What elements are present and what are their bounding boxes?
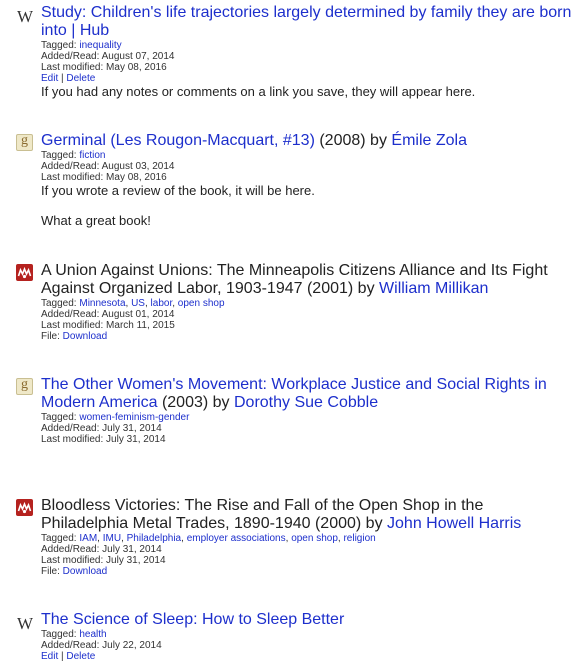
tags-row: Tagged: Minnesota, US, labor, open shop: [41, 298, 225, 309]
modified-date: July 31, 2014: [106, 434, 166, 445]
tag-link[interactable]: religion: [343, 533, 375, 544]
tags-row: Tagged: health: [41, 629, 107, 640]
added-row: Added/Read: August 07, 2014: [41, 51, 175, 62]
tag-link[interactable]: US: [131, 298, 145, 309]
tags-row: Tagged: women-feminism-gender: [41, 412, 190, 423]
mendeley-icon: [16, 499, 33, 516]
modified-row: Last modified: March 11, 2015: [41, 320, 175, 331]
tag-link[interactable]: women-feminism-gender: [79, 412, 189, 423]
author-link[interactable]: John Howell Harris: [387, 515, 521, 532]
edit-delete-row: Edit | Delete: [41, 73, 96, 84]
author-link[interactable]: Émile Zola: [391, 132, 467, 149]
file-row: File: Download: [41, 331, 108, 342]
entry-note: If you had any notes or comments on a li…: [41, 84, 476, 99]
author-link[interactable]: Dorothy Sue Cobble: [234, 394, 378, 411]
added-date: August 07, 2014: [101, 51, 175, 62]
tag-link[interactable]: IMU: [103, 533, 121, 544]
tags-row: Tagged: inequality: [41, 40, 122, 51]
entry-title-link[interactable]: The Science of Sleep: How to Sleep Bette…: [41, 611, 344, 628]
tag-link[interactable]: health: [79, 629, 106, 640]
modified-row: Last modified: May 08, 2016: [41, 62, 167, 73]
added-date: July 31, 2014: [102, 544, 162, 555]
modified-row: Last modified: July 31, 2014: [41, 555, 166, 566]
file-row: File: Download: [41, 566, 108, 577]
entry-note: If you wrote a review of the book, it wi…: [41, 183, 315, 198]
tag-link[interactable]: Philadelphia: [127, 533, 182, 544]
tags-row: Tagged: IAM, IMU, Philadelphia, employer…: [41, 533, 376, 544]
download-link[interactable]: Download: [63, 566, 107, 577]
author-link[interactable]: William Millikan: [379, 280, 488, 297]
goodreads-g-icon: g: [16, 134, 33, 151]
tag-link[interactable]: employer associations: [187, 533, 286, 544]
tags-row: Tagged: fiction: [41, 150, 106, 161]
added-row: Added/Read: July 22, 2014: [41, 640, 162, 651]
delete-link[interactable]: Delete: [66, 651, 95, 662]
modified-date: May 08, 2016: [106, 62, 167, 73]
tag-link[interactable]: IAM: [79, 533, 97, 544]
tag-link[interactable]: fiction: [79, 150, 105, 161]
tag-link[interactable]: inequality: [79, 40, 121, 51]
edit-delete-row: Edit | Delete: [41, 651, 96, 662]
entry-review: What a great book!: [41, 213, 151, 228]
added-date: August 01, 2014: [101, 309, 175, 320]
added-date: August 03, 2014: [101, 161, 175, 172]
tag-link[interactable]: Minnesota: [79, 298, 125, 309]
modified-row: Last modified: July 31, 2014: [41, 434, 166, 445]
added-row: Added/Read: August 01, 2014: [41, 309, 175, 320]
tag-link[interactable]: open shop: [178, 298, 225, 309]
modified-date: May 08, 2016: [106, 172, 167, 183]
download-link[interactable]: Download: [63, 331, 107, 342]
added-row: Added/Read: July 31, 2014: [41, 544, 162, 555]
wikipedia-w-icon: W: [17, 614, 34, 633]
edit-link[interactable]: Edit: [41, 651, 58, 662]
added-date: July 22, 2014: [102, 640, 162, 651]
modified-date: July 31, 2014: [106, 555, 166, 566]
entry-title-link[interactable]: Germinal (Les Rougon-Macquart, #13): [41, 132, 315, 149]
tag-link[interactable]: open shop: [291, 533, 338, 544]
added-date: July 31, 2014: [102, 423, 162, 434]
entry-title-link[interactable]: Study: Children's life trajectories larg…: [41, 4, 571, 39]
tag-link[interactable]: labor: [151, 298, 173, 309]
modified-row: Last modified: May 08, 2016: [41, 172, 167, 183]
delete-link[interactable]: Delete: [66, 73, 95, 84]
added-row: Added/Read: July 31, 2014: [41, 423, 162, 434]
added-row: Added/Read: August 03, 2014: [41, 161, 175, 172]
modified-date: March 11, 2015: [106, 320, 175, 331]
wikipedia-w-icon: W: [17, 7, 34, 26]
goodreads-g-icon: g: [16, 378, 33, 395]
mendeley-icon: [16, 264, 33, 281]
edit-link[interactable]: Edit: [41, 73, 58, 84]
